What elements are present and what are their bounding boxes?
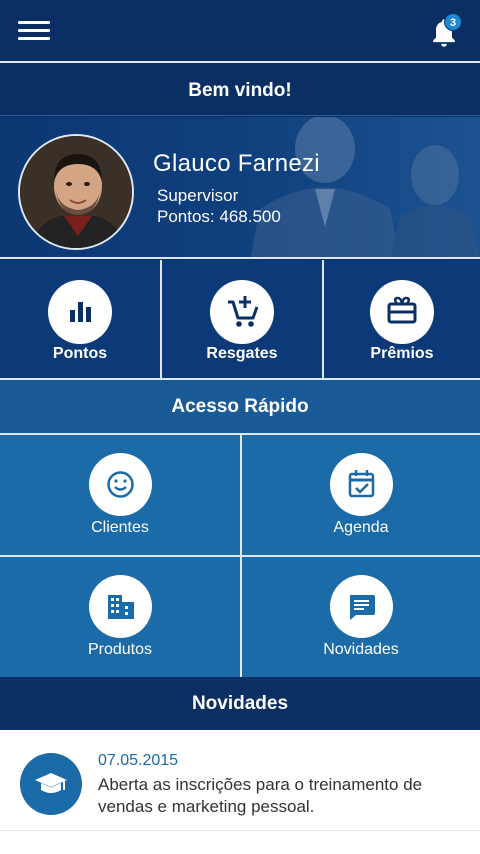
gift-card-icon [387, 296, 417, 324]
tile-clientes[interactable]: Clientes [0, 435, 240, 555]
tile-premios[interactable]: Prêmios [324, 260, 480, 378]
profile-points: Pontos: 468.500 [157, 207, 281, 226]
cart-add-icon [228, 296, 259, 327]
tile-resgates-label: Resgates [206, 345, 278, 362]
tile-agenda-label: Agenda [333, 519, 389, 536]
tile-produtos[interactable]: Produtos [0, 557, 240, 677]
agenda-icon-circle [330, 453, 393, 516]
tile-pontos[interactable]: Pontos [0, 260, 160, 378]
avatar-photo [20, 136, 132, 248]
bar-chart-icon [70, 302, 91, 322]
graduation-cap-icon [35, 773, 67, 793]
hamburger-icon[interactable] [18, 18, 52, 44]
tile-agenda[interactable]: Agenda [242, 435, 480, 555]
profile-name: Glauco Farnezi [153, 150, 320, 177]
tile-clientes-label: Clientes [91, 519, 149, 536]
news-list: 07.05.2015 Aberta as inscrições para o t… [0, 730, 480, 854]
tile-novidades-label: Novidades [323, 641, 399, 658]
building-icon [108, 595, 134, 619]
tile-resgates[interactable]: Resgates [162, 260, 322, 378]
resgates-icon-circle [210, 280, 274, 344]
divider [0, 830, 480, 831]
quick-access-title: Acesso Rápido [0, 380, 480, 433]
calendar-check-icon [348, 470, 375, 498]
pontos-icon-circle [48, 280, 112, 344]
produtos-icon-circle [89, 575, 152, 638]
message-icon [350, 595, 375, 620]
news-item[interactable]: 07.05.2015 Aberta as inscrições para o t… [0, 730, 480, 830]
smiley-icon [107, 471, 134, 498]
news-icon-circle [20, 753, 82, 815]
profile-card: Glauco Farnezi Supervisor Pontos: 468.50… [0, 117, 480, 259]
clientes-icon-circle [89, 453, 152, 516]
tile-produtos-label: Produtos [87, 641, 153, 658]
notifications-button[interactable]: 3 [430, 13, 462, 49]
notification-badge: 3 [444, 13, 462, 31]
tile-pontos-label: Pontos [52, 345, 108, 362]
news-date: 07.05.2015 [98, 752, 179, 769]
news-text: Aberta as inscrições para o treinamento … [98, 775, 423, 816]
background-people-image [250, 117, 480, 257]
novidades-icon-circle [330, 575, 393, 638]
news-title: Novidades [0, 678, 480, 730]
avatar[interactable] [18, 134, 134, 250]
tile-premios-label: Prêmios [370, 345, 434, 362]
welcome-title: Bem vindo! [0, 65, 480, 116]
profile-role: Supervisor [157, 186, 239, 205]
premios-icon-circle [370, 280, 434, 344]
tile-novidades[interactable]: Novidades [242, 557, 480, 677]
top-bar: 3 [0, 0, 480, 63]
